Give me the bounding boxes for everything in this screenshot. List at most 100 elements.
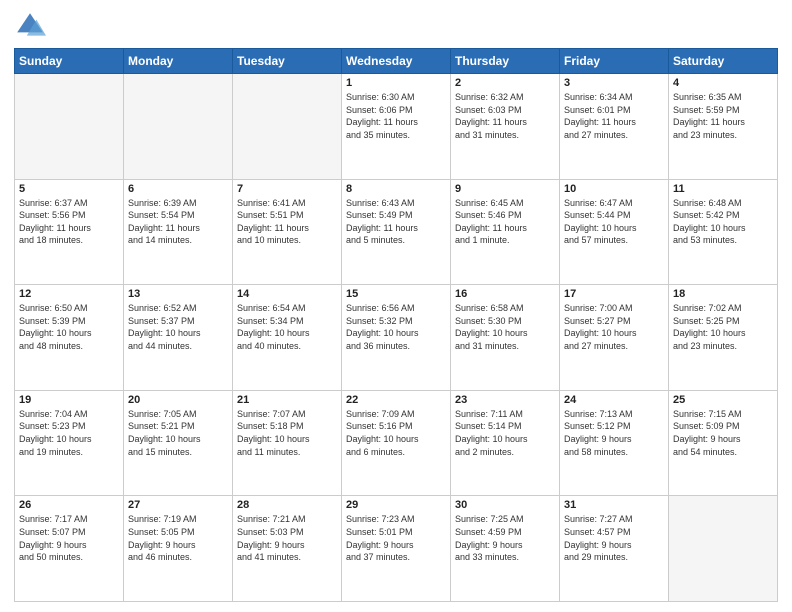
logo-icon bbox=[14, 10, 46, 42]
day-info: Sunrise: 7:19 AM Sunset: 5:05 PM Dayligh… bbox=[128, 513, 228, 563]
calendar: SundayMondayTuesdayWednesdayThursdayFrid… bbox=[14, 48, 778, 602]
calendar-cell: 9 Sunrise: 6:45 AM Sunset: 5:46 PM Daylig… bbox=[451, 179, 560, 285]
day-info: Sunrise: 6:37 AM Sunset: 5:56 PM Dayligh… bbox=[19, 197, 119, 247]
calendar-week-row: 1 Sunrise: 6:30 AM Sunset: 6:06 PM Daylig… bbox=[15, 74, 778, 180]
calendar-cell: 10 Sunrise: 6:47 AM Sunset: 5:44 PM Dayli… bbox=[560, 179, 669, 285]
calendar-cell: 25Sunrise: 7:15 AM Sunset: 5:09 PM Dayli… bbox=[669, 390, 778, 496]
calendar-week-row: 5 Sunrise: 6:37 AM Sunset: 5:56 PM Daylig… bbox=[15, 179, 778, 285]
day-info: Sunrise: 7:13 AM Sunset: 5:12 PM Dayligh… bbox=[564, 408, 664, 458]
header bbox=[14, 10, 778, 42]
day-number: 3 bbox=[564, 77, 664, 89]
day-info: Sunrise: 7:02 AM Sunset: 5:25 PM Dayligh… bbox=[673, 302, 773, 352]
calendar-cell: 19 Sunrise: 7:04 AM Sunset: 5:23 PM Dayli… bbox=[15, 390, 124, 496]
day-number: 18 bbox=[673, 288, 773, 300]
day-number: 28 bbox=[237, 499, 337, 511]
calendar-cell: 13 Sunrise: 6:52 AM Sunset: 5:37 PM Dayli… bbox=[124, 285, 233, 391]
day-info: Sunrise: 7:21 AM Sunset: 5:03 PM Dayligh… bbox=[237, 513, 337, 563]
day-number: 19 bbox=[19, 394, 119, 406]
day-info: Sunrise: 6:32 AM Sunset: 6:03 PM Dayligh… bbox=[455, 91, 555, 141]
day-info: Sunrise: 7:23 AM Sunset: 5:01 PM Dayligh… bbox=[346, 513, 446, 563]
day-number: 21 bbox=[237, 394, 337, 406]
day-info: Sunrise: 6:54 AM Sunset: 5:34 PM Dayligh… bbox=[237, 302, 337, 352]
day-number: 15 bbox=[346, 288, 446, 300]
day-info: Sunrise: 6:30 AM Sunset: 6:06 PM Dayligh… bbox=[346, 91, 446, 141]
calendar-week-row: 19 Sunrise: 7:04 AM Sunset: 5:23 PM Dayli… bbox=[15, 390, 778, 496]
day-number: 6 bbox=[128, 183, 228, 195]
day-info: Sunrise: 7:15 AM Sunset: 5:09 PM Dayligh… bbox=[673, 408, 773, 458]
day-number: 13 bbox=[128, 288, 228, 300]
day-number: 22 bbox=[346, 394, 446, 406]
calendar-week-row: 26 Sunrise: 7:17 AM Sunset: 5:07 PM Dayli… bbox=[15, 496, 778, 602]
calendar-week-row: 12Sunrise: 6:50 AM Sunset: 5:39 PM Dayli… bbox=[15, 285, 778, 391]
day-info: Sunrise: 7:09 AM Sunset: 5:16 PM Dayligh… bbox=[346, 408, 446, 458]
calendar-cell: 31 Sunrise: 7:27 AM Sunset: 4:57 PM Dayli… bbox=[560, 496, 669, 602]
day-number: 1 bbox=[346, 77, 446, 89]
calendar-cell bbox=[233, 74, 342, 180]
day-number: 17 bbox=[564, 288, 664, 300]
day-info: Sunrise: 6:56 AM Sunset: 5:32 PM Dayligh… bbox=[346, 302, 446, 352]
day-number: 11 bbox=[673, 183, 773, 195]
day-info: Sunrise: 7:25 AM Sunset: 4:59 PM Dayligh… bbox=[455, 513, 555, 563]
calendar-cell: 30 Sunrise: 7:25 AM Sunset: 4:59 PM Dayli… bbox=[451, 496, 560, 602]
day-info: Sunrise: 7:07 AM Sunset: 5:18 PM Dayligh… bbox=[237, 408, 337, 458]
day-info: Sunrise: 6:34 AM Sunset: 6:01 PM Dayligh… bbox=[564, 91, 664, 141]
day-info: Sunrise: 6:45 AM Sunset: 5:46 PM Dayligh… bbox=[455, 197, 555, 247]
calendar-cell: 17 Sunrise: 7:00 AM Sunset: 5:27 PM Dayli… bbox=[560, 285, 669, 391]
calendar-header-wednesday: Wednesday bbox=[342, 49, 451, 74]
day-number: 12 bbox=[19, 288, 119, 300]
day-info: Sunrise: 6:48 AM Sunset: 5:42 PM Dayligh… bbox=[673, 197, 773, 247]
day-number: 20 bbox=[128, 394, 228, 406]
day-number: 14 bbox=[237, 288, 337, 300]
day-number: 29 bbox=[346, 499, 446, 511]
calendar-cell: 8 Sunrise: 6:43 AM Sunset: 5:49 PM Daylig… bbox=[342, 179, 451, 285]
day-number: 2 bbox=[455, 77, 555, 89]
day-info: Sunrise: 6:35 AM Sunset: 5:59 PM Dayligh… bbox=[673, 91, 773, 141]
calendar-cell: 5 Sunrise: 6:37 AM Sunset: 5:56 PM Daylig… bbox=[15, 179, 124, 285]
day-number: 31 bbox=[564, 499, 664, 511]
calendar-cell: 18 Sunrise: 7:02 AM Sunset: 5:25 PM Dayli… bbox=[669, 285, 778, 391]
day-info: Sunrise: 6:58 AM Sunset: 5:30 PM Dayligh… bbox=[455, 302, 555, 352]
calendar-cell: 6 Sunrise: 6:39 AM Sunset: 5:54 PM Daylig… bbox=[124, 179, 233, 285]
calendar-header-tuesday: Tuesday bbox=[233, 49, 342, 74]
day-info: Sunrise: 7:04 AM Sunset: 5:23 PM Dayligh… bbox=[19, 408, 119, 458]
logo bbox=[14, 10, 50, 42]
calendar-cell bbox=[669, 496, 778, 602]
calendar-header-thursday: Thursday bbox=[451, 49, 560, 74]
calendar-cell bbox=[124, 74, 233, 180]
calendar-header-saturday: Saturday bbox=[669, 49, 778, 74]
calendar-cell: 4 Sunrise: 6:35 AM Sunset: 5:59 PM Daylig… bbox=[669, 74, 778, 180]
calendar-header-monday: Monday bbox=[124, 49, 233, 74]
day-number: 24 bbox=[564, 394, 664, 406]
calendar-cell: 20Sunrise: 7:05 AM Sunset: 5:21 PM Dayli… bbox=[124, 390, 233, 496]
day-info: Sunrise: 6:41 AM Sunset: 5:51 PM Dayligh… bbox=[237, 197, 337, 247]
calendar-cell: 3 Sunrise: 6:34 AM Sunset: 6:01 PM Daylig… bbox=[560, 74, 669, 180]
day-number: 30 bbox=[455, 499, 555, 511]
day-number: 27 bbox=[128, 499, 228, 511]
day-info: Sunrise: 6:43 AM Sunset: 5:49 PM Dayligh… bbox=[346, 197, 446, 247]
day-info: Sunrise: 7:27 AM Sunset: 4:57 PM Dayligh… bbox=[564, 513, 664, 563]
calendar-cell: 2 Sunrise: 6:32 AM Sunset: 6:03 PM Daylig… bbox=[451, 74, 560, 180]
calendar-cell: 12Sunrise: 6:50 AM Sunset: 5:39 PM Dayli… bbox=[15, 285, 124, 391]
calendar-cell: 22 Sunrise: 7:09 AM Sunset: 5:16 PM Dayli… bbox=[342, 390, 451, 496]
day-number: 4 bbox=[673, 77, 773, 89]
calendar-cell: 28 Sunrise: 7:21 AM Sunset: 5:03 PM Dayli… bbox=[233, 496, 342, 602]
day-number: 5 bbox=[19, 183, 119, 195]
calendar-cell: 7 Sunrise: 6:41 AM Sunset: 5:51 PM Daylig… bbox=[233, 179, 342, 285]
calendar-cell: 16 Sunrise: 6:58 AM Sunset: 5:30 PM Dayli… bbox=[451, 285, 560, 391]
calendar-cell: 29 Sunrise: 7:23 AM Sunset: 5:01 PM Dayli… bbox=[342, 496, 451, 602]
day-number: 26 bbox=[19, 499, 119, 511]
day-info: Sunrise: 7:11 AM Sunset: 5:14 PM Dayligh… bbox=[455, 408, 555, 458]
day-info: Sunrise: 6:47 AM Sunset: 5:44 PM Dayligh… bbox=[564, 197, 664, 247]
day-number: 7 bbox=[237, 183, 337, 195]
calendar-cell: 14 Sunrise: 6:54 AM Sunset: 5:34 PM Dayli… bbox=[233, 285, 342, 391]
day-number: 9 bbox=[455, 183, 555, 195]
day-info: Sunrise: 7:00 AM Sunset: 5:27 PM Dayligh… bbox=[564, 302, 664, 352]
calendar-cell bbox=[15, 74, 124, 180]
day-info: Sunrise: 6:52 AM Sunset: 5:37 PM Dayligh… bbox=[128, 302, 228, 352]
day-number: 16 bbox=[455, 288, 555, 300]
day-info: Sunrise: 7:17 AM Sunset: 5:07 PM Dayligh… bbox=[19, 513, 119, 563]
day-info: Sunrise: 6:39 AM Sunset: 5:54 PM Dayligh… bbox=[128, 197, 228, 247]
calendar-header-sunday: Sunday bbox=[15, 49, 124, 74]
day-number: 8 bbox=[346, 183, 446, 195]
day-number: 10 bbox=[564, 183, 664, 195]
